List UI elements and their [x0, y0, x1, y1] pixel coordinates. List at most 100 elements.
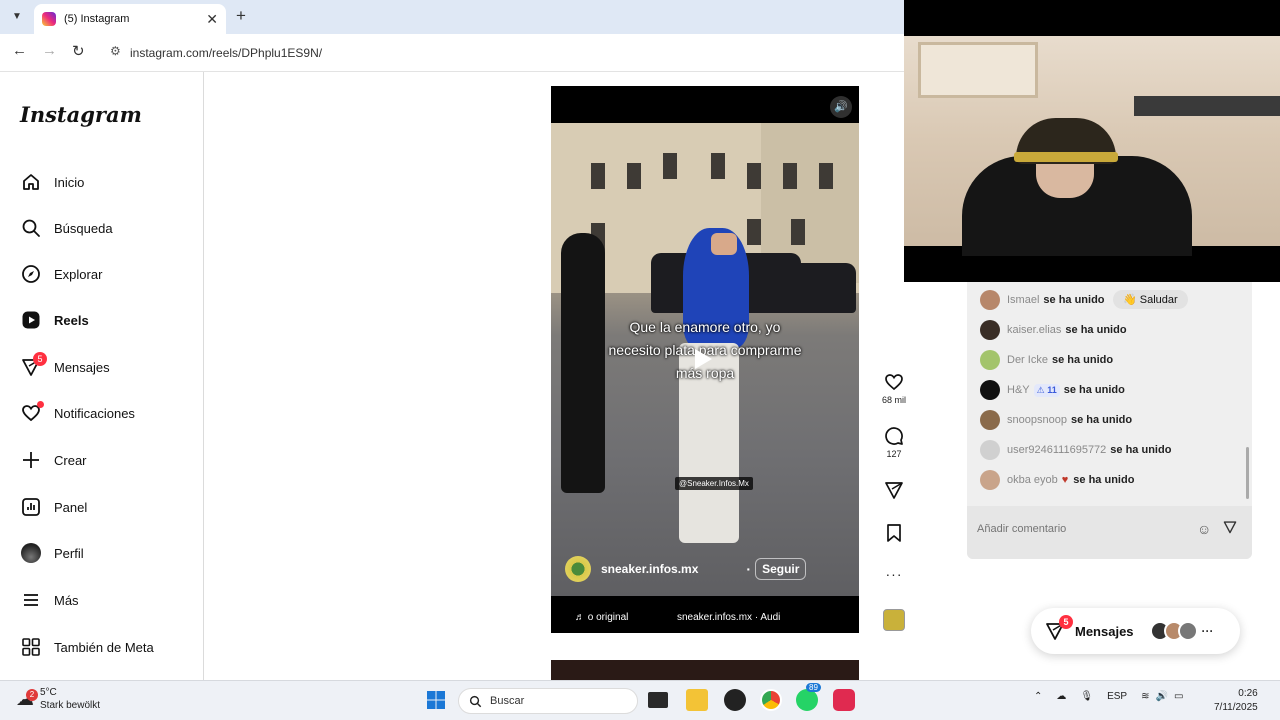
emoji-icon[interactable]: ☺	[1197, 521, 1211, 537]
weather-description: Stark bewölkt	[40, 700, 101, 711]
chat-avatar	[980, 410, 1000, 430]
notification-dot	[37, 401, 44, 408]
chat-username[interactable]: H&Y	[1007, 384, 1030, 396]
url-field[interactable]: ⚙ instagram.com/reels/DPhplu1ES9N/	[102, 40, 902, 66]
chat-username[interactable]: snoopsnoop	[1007, 414, 1067, 426]
chat-username[interactable]: kaiser.elias	[1007, 324, 1061, 336]
comment-input[interactable]	[977, 518, 1177, 540]
saludar-button[interactable]: 👋 Saludar	[1113, 290, 1188, 309]
sidebar-item-inicio[interactable]: Inicio	[20, 168, 84, 196]
save-action[interactable]	[877, 523, 911, 546]
file-explorer-icon[interactable]	[686, 689, 708, 711]
chat-scrollbar[interactable]	[1246, 447, 1249, 499]
reload-icon[interactable]: ↻	[72, 42, 85, 60]
volume-icon[interactable]: 🔊	[830, 96, 852, 118]
instagram-favicon-icon	[42, 12, 56, 26]
reels-icon	[20, 309, 42, 331]
search-icon	[469, 695, 482, 707]
comment-box: ☺	[967, 506, 1252, 559]
microphone-icon[interactable]: 🎙	[1080, 691, 1093, 702]
sidebar-item-busqueda[interactable]: Búsqueda	[20, 214, 113, 242]
play-icon[interactable]	[695, 349, 712, 369]
sidebar-item-mensajes[interactable]: 5 Mensajes	[20, 352, 110, 381]
share-icon	[885, 482, 903, 499]
app-icon[interactable]	[724, 689, 746, 711]
messages-pill-badge: 5	[1059, 615, 1073, 629]
sidebar-item-reels[interactable]: Reels	[20, 306, 89, 334]
chat-joined-text: se ha unido	[1065, 324, 1127, 336]
compass-icon	[20, 263, 42, 285]
task-view-icon[interactable]	[648, 692, 668, 708]
audio-thumbnail[interactable]	[883, 609, 905, 631]
address-bar-row: ← → ↻ ⚙ instagram.com/reels/DPhplu1ES9N/	[0, 34, 904, 72]
sidebar-item-notificaciones[interactable]: Notificaciones	[20, 399, 135, 427]
sidebar-item-tambien-de-meta[interactable]: También de Meta	[20, 633, 154, 661]
chat-avatar	[980, 440, 1000, 460]
chat-joined-text: se ha unido	[1051, 354, 1114, 366]
reel-audio-bar[interactable]: ♬ o original sneaker.infos.mx · Audi	[551, 596, 859, 633]
chat-row: Ismael se ha unido	[980, 290, 1105, 310]
clock-time: 0:26	[1238, 688, 1258, 699]
chat-row: user9246111695772 se ha unido	[980, 440, 1171, 460]
chat-joined-text: se ha unido	[1043, 294, 1105, 306]
whatsapp-icon[interactable]: 89	[796, 683, 821, 711]
tab-list-chevron-icon[interactable]: ▼	[8, 8, 26, 26]
live-chat-panel: Ismael se ha unido 👋 Saludar kaiser.elia…	[967, 282, 1252, 559]
language-indicator[interactable]: ESP	[1107, 691, 1127, 702]
messages-pill-label: Mensajes	[1075, 623, 1134, 639]
author-name[interactable]: sneaker.infos.mx	[601, 562, 698, 576]
weather-widget[interactable]: ☁ 2 5°C Stark bewölkt	[16, 686, 100, 712]
wifi-icon[interactable]: ≋	[1141, 691, 1149, 702]
sidebar-item-panel[interactable]: Panel	[20, 493, 87, 521]
chat-joined-text: se ha unido	[1070, 414, 1133, 426]
follow-button[interactable]: Seguir	[755, 558, 807, 580]
sidebar-item-label: Panel	[54, 499, 88, 515]
close-tab-icon[interactable]: ✕	[206, 11, 218, 28]
messages-pill[interactable]: 5 Mensajes ···	[1031, 608, 1240, 654]
volume-icon[interactable]: 🔊	[1156, 691, 1168, 702]
site-settings-icon[interactable]: ⚙	[110, 44, 121, 58]
messenger-icon: 5	[1045, 615, 1073, 641]
sidebar-item-label: Perfil	[54, 545, 84, 561]
audio-original-label[interactable]: ♬ o original	[575, 612, 628, 623]
taskbar-search[interactable]: Buscar	[458, 688, 638, 714]
chat-username[interactable]: Der Icke	[1007, 354, 1048, 366]
browser-tab[interactable]: (5) Instagram ✕	[34, 4, 226, 34]
system-clock[interactable]: 0:26 7/11/2025	[1214, 687, 1258, 715]
sidebar-item-label: Inicio	[54, 174, 85, 190]
chat-username[interactable]: Ismael	[1007, 294, 1039, 306]
windows-start-icon[interactable]	[426, 690, 446, 715]
audio-source-label[interactable]: sneaker.infos.mx · Audi	[677, 612, 780, 623]
like-action[interactable]: 68 mil	[877, 372, 911, 405]
instagram-logo[interactable]: Instagram	[20, 102, 142, 127]
battery-icon[interactable]: ▭	[1174, 691, 1183, 702]
chrome-icon[interactable]	[760, 689, 782, 711]
sidebar-item-label: También de Meta	[54, 639, 154, 655]
chat-joined-text: se ha unido	[1073, 474, 1135, 486]
share-action[interactable]	[877, 480, 911, 503]
new-tab-icon[interactable]: +	[236, 6, 246, 26]
tiktok-icon[interactable]	[833, 689, 855, 711]
back-icon[interactable]: ←	[12, 42, 27, 59]
sidebar-item-mas[interactable]: Más	[20, 586, 79, 614]
messenger-icon: 5	[20, 352, 47, 378]
more-options-icon[interactable]: ···	[877, 566, 911, 582]
send-icon[interactable]	[1223, 520, 1237, 539]
comment-action[interactable]: 127	[877, 426, 911, 459]
sidebar-item-label: Notificaciones	[54, 405, 135, 421]
chevron-up-icon[interactable]: ⌃	[1034, 691, 1042, 702]
next-reel-preview[interactable]	[551, 660, 859, 680]
reel-video-player[interactable]: 🔊 Que la enamore otro, yo necesito plata…	[551, 86, 859, 633]
sidebar-item-perfil[interactable]: Perfil	[20, 539, 84, 567]
sidebar-item-explorar[interactable]: Explorar	[20, 260, 102, 288]
recent-contacts-avatars	[1149, 621, 1198, 641]
chat-avatar	[980, 290, 1000, 310]
author-avatar[interactable]	[565, 556, 591, 582]
chat-username[interactable]: user9246111695772	[1007, 444, 1106, 456]
forward-icon[interactable]: →	[42, 42, 57, 59]
sidebar-item-crear[interactable]: Crear	[20, 446, 87, 474]
more-dots-icon: ···	[1201, 624, 1214, 638]
onedrive-icon[interactable]: ☁	[1056, 691, 1066, 702]
bookmark-icon	[887, 524, 901, 542]
chat-username[interactable]: okba eyob	[1007, 474, 1058, 486]
